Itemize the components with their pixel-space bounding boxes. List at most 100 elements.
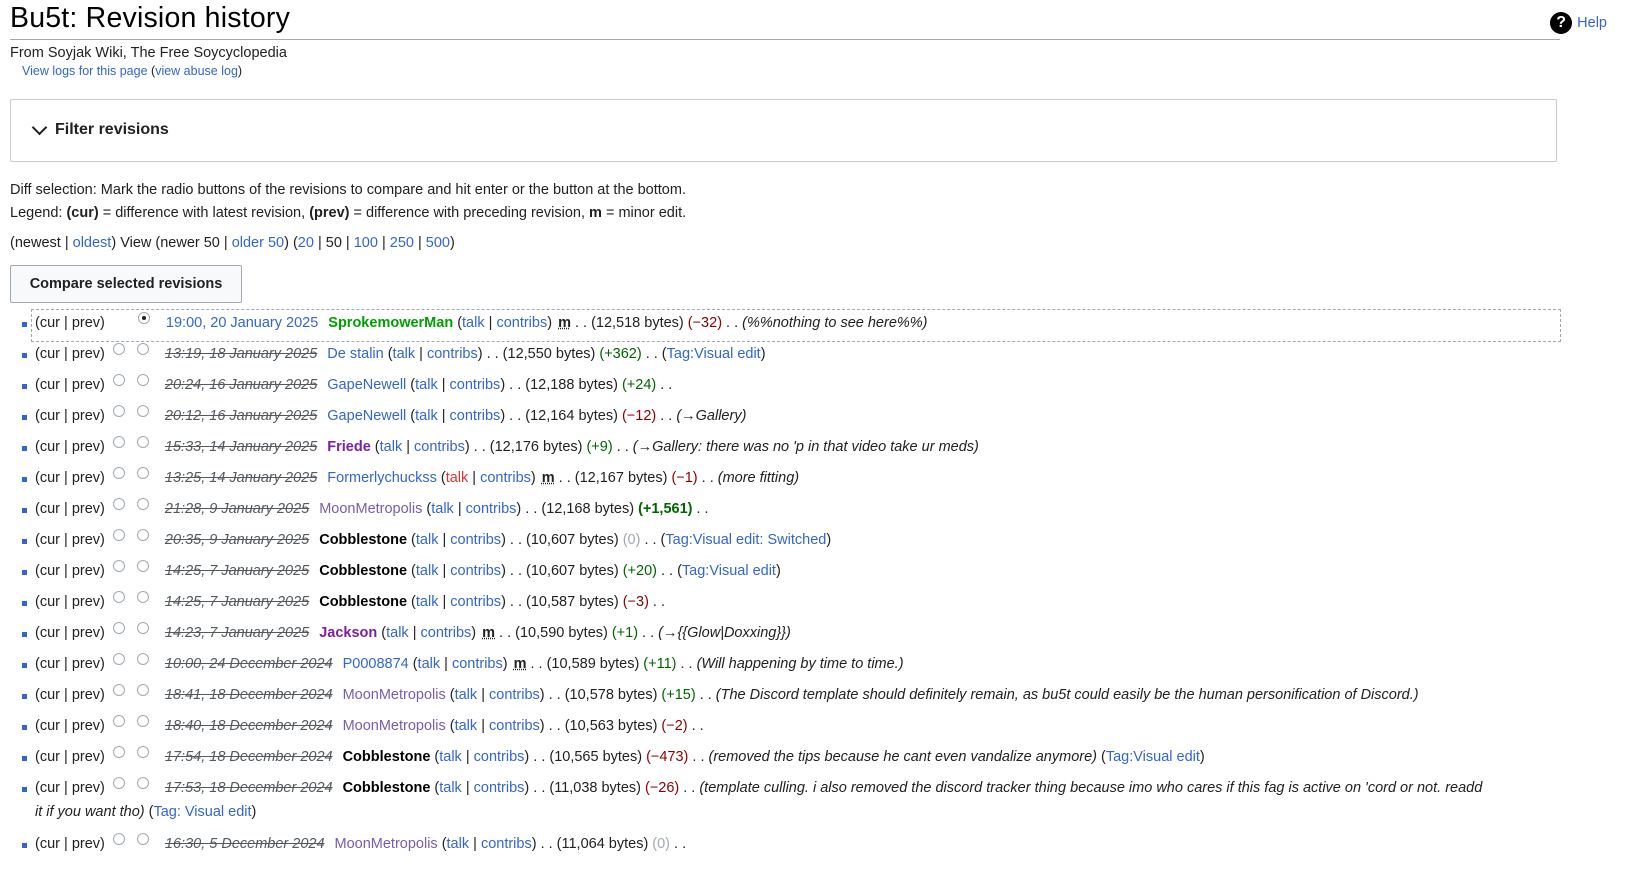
revision-user-link[interactable]: Cobblestone [319,594,407,610]
user-talk-link[interactable]: talk [418,656,441,672]
user-contribs-link[interactable]: contribs [450,408,501,424]
radio-new[interactable] [136,746,149,758]
radio-old[interactable] [112,467,125,479]
compare-selected-button[interactable]: Compare selected revisions [10,265,242,303]
user-contribs-link[interactable]: contribs [421,625,472,641]
radio-new[interactable] [136,498,149,510]
revision-user-link[interactable]: Cobblestone [343,780,431,796]
tag-prefix-link[interactable]: Tag: [667,346,694,362]
revision-tag[interactable]: Visual edit [185,804,252,820]
revision-date-link[interactable]: 18:41, 18 December 2024 [165,687,333,703]
user-talk-link[interactable]: talk [455,687,478,703]
radio-old[interactable] [112,746,125,758]
revision-user-link[interactable]: GapeNewell [327,408,406,424]
revision-date-link[interactable]: 13:19, 18 January 2025 [165,346,317,362]
view-abuse-log-link[interactable]: view abuse log [155,64,238,78]
revision-user-link[interactable]: De stalin [327,346,383,362]
user-talk-link[interactable]: talk [415,377,438,393]
user-contribs-link[interactable]: contribs [450,532,501,548]
older-link[interactable]: older 50 [232,235,284,251]
radio-old[interactable] [112,622,125,634]
user-talk-link[interactable]: talk [439,780,462,796]
revision-user-link[interactable]: Cobblestone [319,532,407,548]
revision-date-link[interactable]: 17:53, 18 December 2024 [165,780,333,796]
user-contribs-link[interactable]: contribs [481,836,532,852]
limit-250[interactable]: 250 [390,235,414,251]
user-talk-link[interactable]: talk [416,532,439,548]
revision-user-link[interactable]: P0008874 [343,656,409,672]
user-talk-link[interactable]: talk [415,408,438,424]
radio-selected[interactable] [137,312,150,324]
revision-date-link[interactable]: 20:35, 9 January 2025 [165,532,309,548]
revision-date-link[interactable]: 15:33, 14 January 2025 [165,439,317,455]
radio-new[interactable] [136,622,149,634]
user-contribs-link[interactable]: contribs [414,439,465,455]
radio-new[interactable] [136,715,149,727]
revision-date-link[interactable]: 20:12, 16 January 2025 [165,408,317,424]
revision-date-link[interactable]: 18:40, 18 December 2024 [165,718,333,734]
filter-revisions-panel[interactable]: Filter revisions [10,99,1557,162]
tag-prefix-link[interactable]: Tag: [682,563,709,579]
user-talk-link[interactable]: talk [380,439,403,455]
user-contribs-link[interactable]: contribs [452,656,503,672]
radio-new[interactable] [136,591,149,603]
view-logs-link[interactable]: View logs for this page [22,64,148,78]
user-contribs-link[interactable]: contribs [489,687,540,703]
revision-date-link[interactable]: 21:28, 9 January 2025 [165,501,309,517]
radio-new[interactable] [136,467,149,479]
revision-tag[interactable]: Visual edit [1133,749,1200,765]
user-talk-link[interactable]: talk [416,594,439,610]
revision-user-link[interactable]: Formerlychuckss [327,470,437,486]
user-talk-link[interactable]: talk [446,470,469,486]
revision-user-link[interactable]: MoonMetropolis [319,501,422,517]
radio-new[interactable] [136,436,149,448]
user-contribs-link[interactable]: contribs [450,594,501,610]
revision-user-link[interactable]: Jackson [319,625,377,641]
revision-user-link[interactable]: MoonMetropolis [335,836,438,852]
revision-tag[interactable]: Visual edit [694,346,761,362]
user-contribs-link[interactable]: contribs [480,470,531,486]
user-contribs-link[interactable]: contribs [496,315,547,331]
radio-old[interactable] [112,405,125,417]
user-talk-link[interactable]: talk [447,836,470,852]
radio-new[interactable] [136,529,149,541]
user-talk-link[interactable]: talk [455,718,478,734]
revision-tag[interactable]: Visual edit: Switched [693,532,827,548]
user-talk-link[interactable]: talk [462,315,485,331]
radio-new[interactable] [136,684,149,696]
radio-new[interactable] [136,560,149,572]
user-talk-link[interactable]: talk [393,346,416,362]
tag-prefix-link[interactable]: Tag: [1106,749,1133,765]
revision-user-link[interactable]: MoonMetropolis [343,718,446,734]
radio-old[interactable] [112,343,125,355]
radio-old[interactable] [112,653,125,665]
revision-user-link[interactable]: MoonMetropolis [343,687,446,703]
user-talk-link[interactable]: talk [439,749,462,765]
user-contribs-link[interactable]: contribs [466,501,517,517]
radio-new[interactable] [136,833,149,845]
tag-prefix-link[interactable]: Tag: [153,804,184,820]
user-contribs-link[interactable]: contribs [489,718,540,734]
revision-user-link[interactable]: SprokemowerMan [328,315,453,331]
radio-new[interactable] [136,653,149,665]
help-label[interactable]: Help [1577,15,1607,31]
revision-date-link[interactable]: 13:25, 14 January 2025 [165,470,317,486]
radio-old[interactable] [112,591,125,603]
limit-20[interactable]: 20 [298,235,314,251]
radio-old[interactable] [112,436,125,448]
oldest-link[interactable]: oldest [73,235,112,251]
revision-date-link[interactable]: 20:24, 16 January 2025 [165,377,317,393]
help-link[interactable]: ? Help [1550,12,1607,34]
radio-old[interactable] [112,560,125,572]
radio-new[interactable] [136,777,149,789]
user-talk-link[interactable]: talk [386,625,409,641]
revision-user-link[interactable]: Cobblestone [319,563,407,579]
revision-date-link[interactable]: 10:00, 24 December 2024 [165,656,333,672]
revision-date-link[interactable]: 16:30, 5 December 2024 [165,836,325,852]
revision-tag[interactable]: Visual edit [709,563,776,579]
radio-new[interactable] [136,405,149,417]
user-contribs-link[interactable]: contribs [474,780,525,796]
user-contribs-link[interactable]: contribs [474,749,525,765]
revision-date-link[interactable]: 14:23, 7 January 2025 [165,625,309,641]
user-talk-link[interactable]: talk [431,501,454,517]
